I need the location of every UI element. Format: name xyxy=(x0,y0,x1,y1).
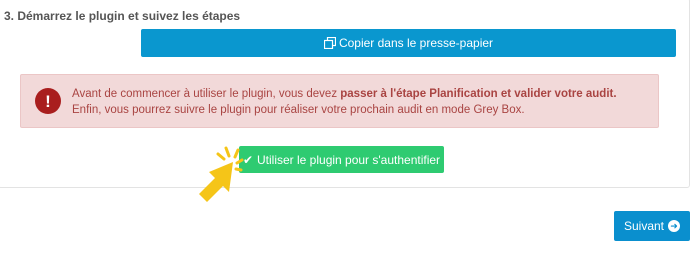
alert-line-1: Avant de commencer à utiliser le plugin,… xyxy=(72,86,617,102)
arrow-circle-right-icon: ➜ xyxy=(668,220,681,232)
click-pointer-icon xyxy=(199,146,244,202)
exclamation-circle-icon: ! xyxy=(35,88,61,114)
copy-to-clipboard-button[interactable]: Copier dans le presse-papier xyxy=(141,29,676,57)
warning-alert: ! Avant de commencer à utiliser le plugi… xyxy=(20,74,659,128)
alert-text: Avant de commencer à utiliser le plugin,… xyxy=(72,86,617,118)
alert-line-1-bold: passer à l'étape Planification et valide… xyxy=(340,88,617,100)
authenticate-plugin-button[interactable]: ✔ Utiliser le plugin pour s'authentifier xyxy=(239,146,444,173)
copy-icon xyxy=(323,37,336,49)
next-button[interactable]: Suivant ➜ xyxy=(614,211,690,241)
alert-line-1-prefix: Avant de commencer à utiliser le plugin,… xyxy=(72,88,341,100)
auth-button-label: Utiliser le plugin pour s'authentifier xyxy=(257,152,441,167)
copy-button-label: Copier dans le presse-papier xyxy=(338,36,494,50)
next-button-label: Suivant xyxy=(623,219,665,233)
alert-line-2: Enfin, vous pourrez suivre le plugin pou… xyxy=(72,104,525,116)
step-title: 3. Démarrez le plugin et suivez les étap… xyxy=(4,9,241,23)
